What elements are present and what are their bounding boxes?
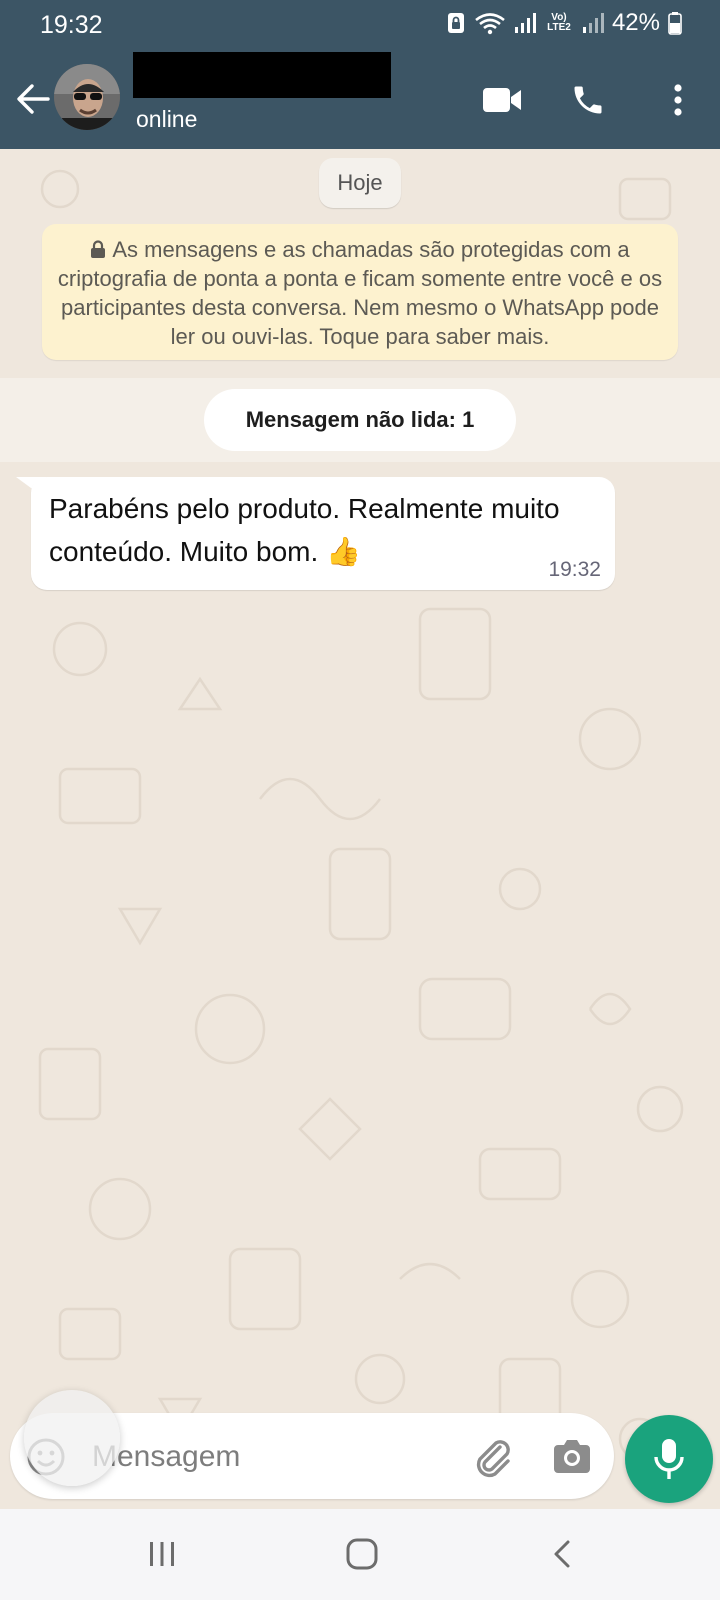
incoming-message[interactable]: Parabéns pelo produto. Realmente muito c… [31, 477, 615, 590]
camera-icon[interactable] [550, 1435, 594, 1479]
encryption-notice[interactable]: As mensagens e as chamadas são protegida… [42, 224, 678, 360]
status-icons: Vo) LTE2 42% [446, 9, 682, 37]
recent-apps-icon[interactable] [137, 1529, 187, 1579]
signal-2-icon [582, 13, 604, 33]
sim-lock-icon [447, 13, 464, 33]
system-nav-bar [0, 1509, 720, 1600]
battery-percent: 42% [611, 9, 660, 36]
back-icon[interactable] [538, 1529, 588, 1579]
back-arrow-icon[interactable] [14, 80, 52, 118]
avatar[interactable] [54, 64, 120, 130]
message-text: Parabéns pelo produto. Realmente muito c… [49, 493, 560, 567]
paperclip-icon[interactable] [468, 1433, 516, 1481]
unread-messages-label: Mensagem não lida: 1 [204, 389, 516, 451]
message-time: 19:32 [548, 558, 601, 581]
date-chip: Hoje [319, 158, 401, 208]
wifi-icon [475, 13, 505, 35]
signal-icon [514, 13, 536, 33]
status-bar: 19:32 Vo) LTE2 42% [0, 0, 720, 50]
home-icon[interactable] [337, 1529, 387, 1579]
network-label: Vo) LTE2 [547, 12, 571, 33]
status-time: 19:32 [40, 11, 103, 39]
phone-icon[interactable] [566, 78, 610, 122]
more-vert-icon[interactable] [656, 78, 700, 122]
lock-icon [91, 240, 106, 258]
chat-header: online [0, 50, 720, 149]
floating-assistive-button[interactable] [24, 1390, 120, 1486]
contact-status: online [136, 106, 198, 132]
battery-icon [668, 12, 682, 35]
message-input[interactable] [90, 1427, 394, 1487]
chat-area[interactable]: Hoje As mensagens e as chamadas são prot… [0, 149, 720, 1509]
video-call-icon[interactable] [480, 78, 524, 122]
encryption-notice-text: As mensagens e as chamadas são protegida… [57, 237, 663, 349]
microphone-icon[interactable] [625, 1415, 713, 1503]
contact-name-redacted[interactable] [133, 52, 391, 98]
